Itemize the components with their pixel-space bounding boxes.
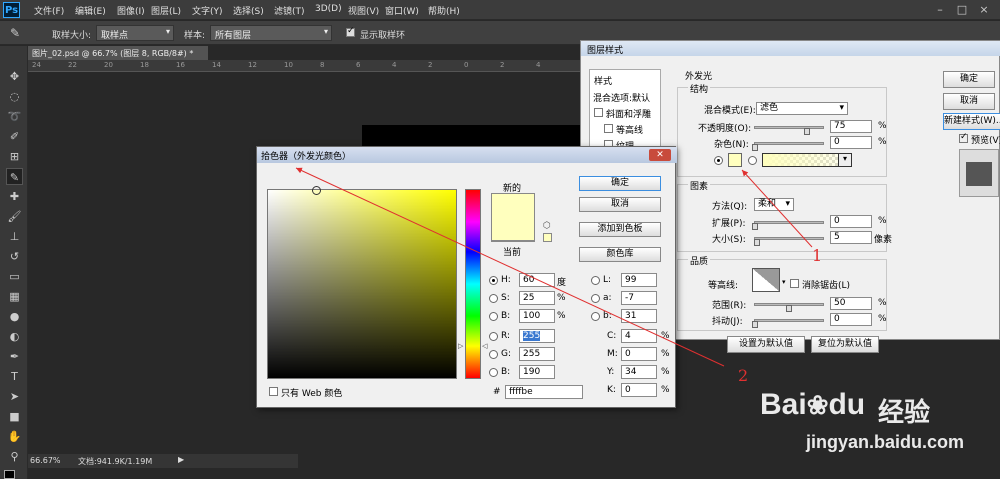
paw-icon: ❀ [806, 390, 829, 420]
annotation-number-1: 1 [812, 246, 823, 265]
arrow-to-glow-swatch [741, 169, 813, 248]
watermark-url: jingyan.baidu.com [806, 432, 965, 452]
watermark-suffix: 经验 [878, 398, 931, 428]
annotation-number-2: 2 [738, 366, 749, 385]
watermark-brand: Bai❀du [760, 388, 866, 421]
arrow-to-picker-title [295, 167, 725, 367]
baidu-watermark: Bai❀du 经验 jingyan.baidu.com [760, 368, 1000, 478]
